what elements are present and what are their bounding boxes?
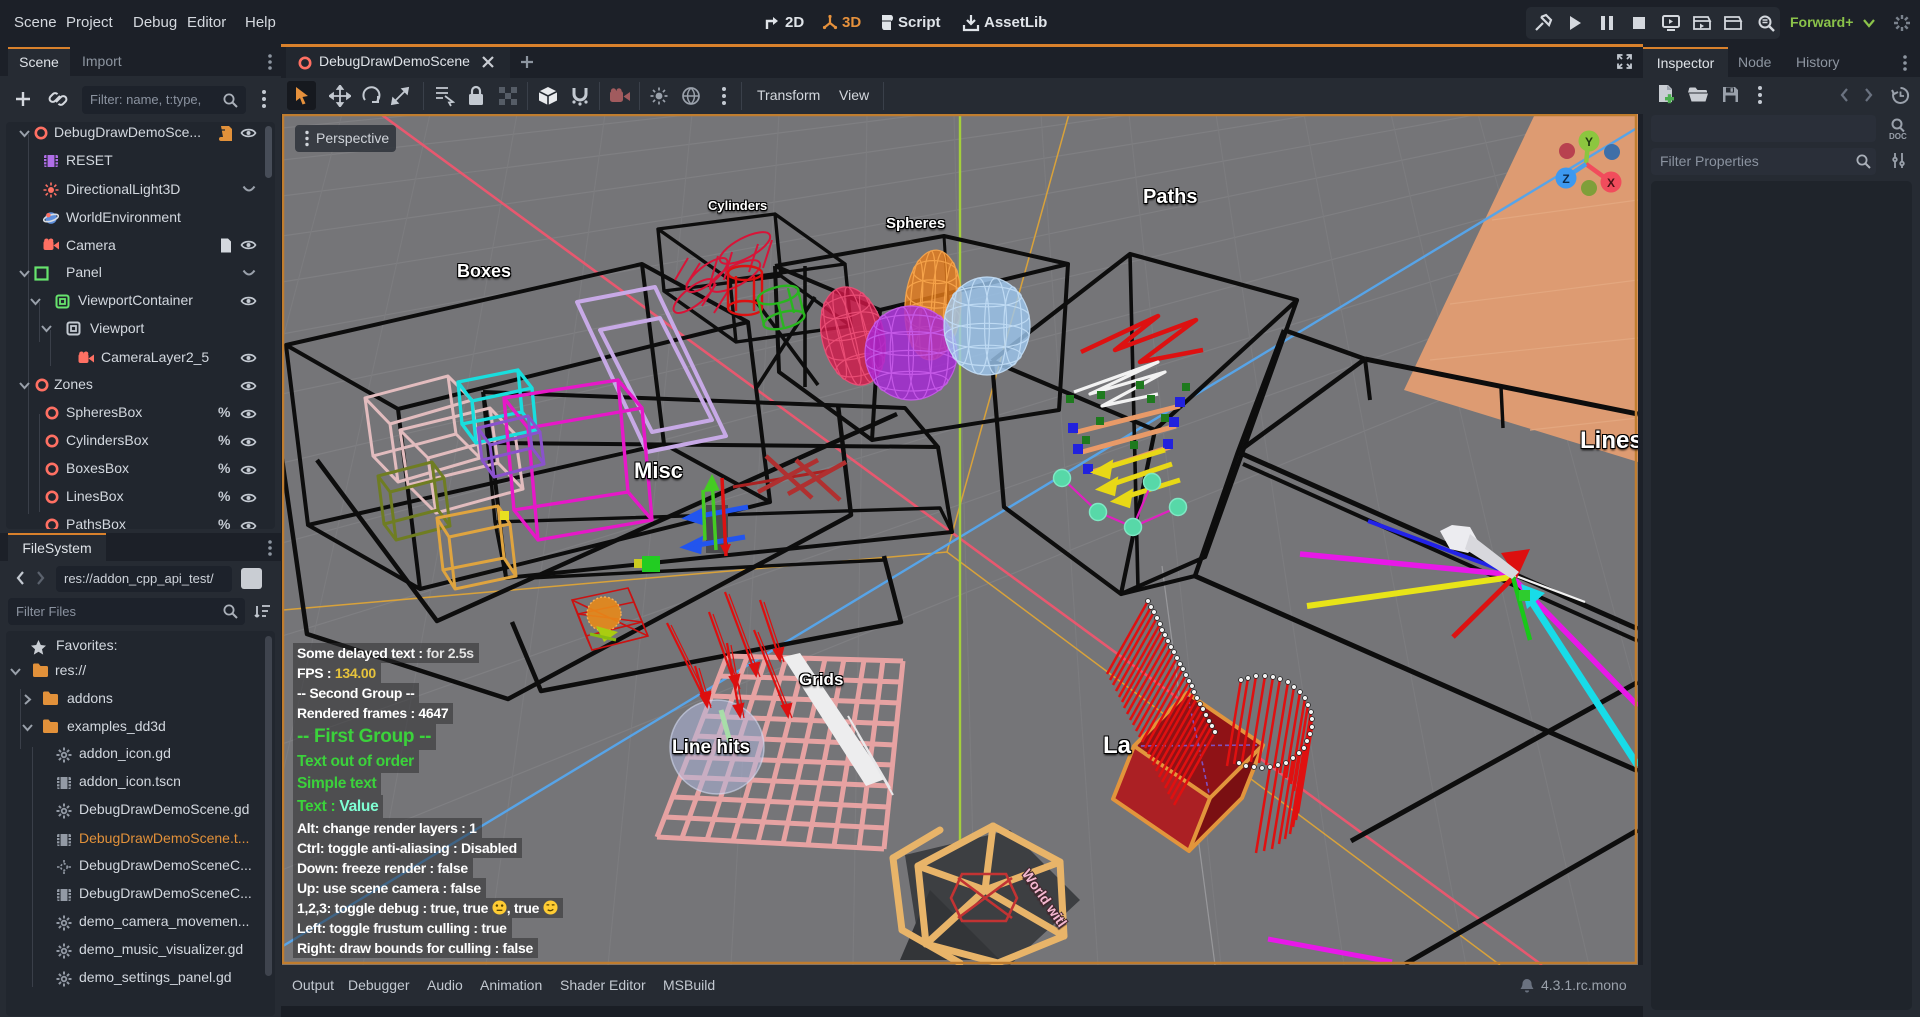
svg-text:X: X <box>1607 176 1615 190</box>
svg-text:Y: Y <box>1585 135 1593 149</box>
svg-text:DOC: DOC <box>1889 132 1907 141</box>
svg-text:Z: Z <box>1562 172 1569 186</box>
